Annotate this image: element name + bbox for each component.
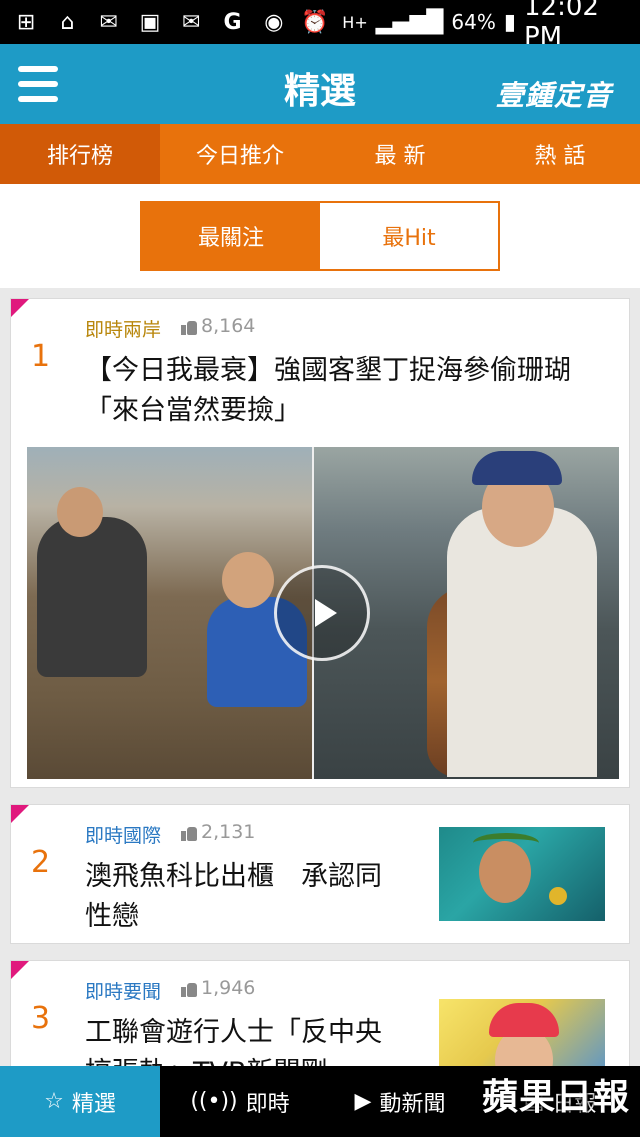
thumbs-up-icon (181, 823, 197, 841)
nav-featured[interactable]: ☆ 精選 (0, 1066, 160, 1137)
section-logo[interactable]: 壹鍾定音 (496, 74, 612, 114)
article-card-1[interactable]: 1 即時兩岸 8,164 【今日我最衰】強國客墾丁捉海參偷珊瑚 「來台當然要撿」 (10, 298, 630, 788)
eye-icon: ◉ (264, 9, 284, 35)
menu-icon[interactable] (18, 66, 58, 102)
google-icon: G (223, 9, 242, 35)
rank-number: 1 (31, 339, 51, 374)
plus-icon: ⊞ (16, 9, 36, 35)
like-count-value: 8,164 (201, 315, 256, 337)
toggle-most-followed[interactable]: 最關注 (142, 203, 320, 269)
play-circle-icon: ▶ (354, 1089, 372, 1114)
play-icon[interactable] (274, 565, 370, 661)
signal-icon: ▂▄▆█ (375, 9, 444, 35)
rank-number: 3 (31, 1001, 51, 1036)
category-label[interactable]: 即時國際 (85, 821, 161, 848)
battery-icon: ▮ (503, 9, 516, 35)
category-tabs: 排行榜 今日推介 最 新 熱 話 (0, 124, 640, 184)
sort-toggle: 最關注 最Hit (140, 201, 500, 271)
thumbs-up-icon (181, 317, 197, 335)
like-count: 2,131 (181, 821, 255, 843)
corner-marker (11, 299, 29, 317)
nav-label: 精選 (71, 1091, 116, 1117)
tab-today-picks[interactable]: 今日推介 (160, 124, 320, 184)
article-card-2[interactable]: 2 即時國際 2,131 澳飛魚科比出櫃 承認同性戀 (10, 804, 630, 944)
home-icon: ⌂ (60, 9, 75, 35)
hplus-icon: H+ (342, 12, 368, 32)
category-label[interactable]: 即時兩岸 (85, 315, 161, 342)
corner-marker (11, 805, 29, 823)
thumbs-up-icon (181, 979, 197, 997)
video-thumbnail[interactable] (27, 447, 619, 779)
image-icon: ▣ (139, 9, 161, 35)
headline[interactable]: 【今日我最衰】強國客墾丁捉海參偷珊瑚 「來台當然要撿」 (85, 351, 615, 431)
like-count-value: 2,131 (201, 821, 256, 843)
rank-number: 2 (31, 845, 51, 880)
star-icon: ☆ (44, 1089, 64, 1114)
status-bar: ⊞ ⌂ ✉ ▣ ✉ G ◉ ⏰ H+ ▂▄▆█ 64% ▮ 12:02 PM (0, 0, 640, 52)
article-thumbnail[interactable] (439, 827, 605, 921)
nav-label: 動新聞 (379, 1091, 446, 1117)
mail-icon: ✉ (182, 9, 201, 35)
nav-label: 即時 (245, 1091, 290, 1117)
corner-marker (11, 961, 29, 979)
alarm-icon: ⏰ (301, 9, 329, 35)
category-label[interactable]: 即時要聞 (85, 977, 161, 1004)
tab-latest[interactable]: 最 新 (320, 124, 480, 184)
tab-ranking[interactable]: 排行榜 (0, 124, 160, 184)
like-count: 1,946 (181, 977, 255, 999)
mail-icon: ✉ (99, 9, 118, 35)
app-bar: 精選 壹鍾定音 (0, 44, 640, 124)
nav-animated-news[interactable]: ▶ 動新聞 (320, 1066, 480, 1137)
toggle-most-hit[interactable]: 最Hit (320, 203, 498, 269)
broadcast-icon: ((•)) (190, 1089, 238, 1114)
brand-logo: 蘋果日報 (481, 1077, 630, 1118)
nav-realtime[interactable]: ((•)) 即時 (160, 1066, 320, 1137)
like-count: 8,164 (181, 315, 255, 337)
headline[interactable]: 澳飛魚科比出櫃 承認同性戀 (85, 857, 405, 937)
tab-hot-topics[interactable]: 熱 話 (480, 124, 640, 184)
like-count-value: 1,946 (201, 977, 256, 999)
battery-percent: 64% (451, 10, 496, 34)
toggle-area: 最關注 最Hit (0, 184, 640, 288)
